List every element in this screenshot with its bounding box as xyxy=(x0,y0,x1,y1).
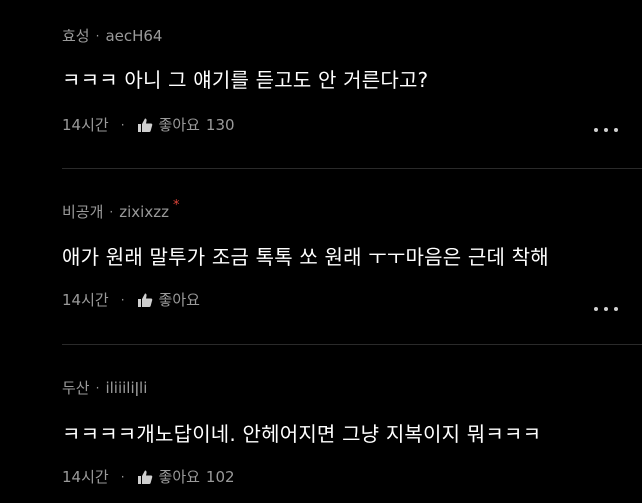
like-button[interactable]: 좋아요 102 xyxy=(137,466,235,487)
comment-footer: 14시간 · 좋아요 xyxy=(62,289,200,310)
more-options-icon xyxy=(594,128,598,132)
like-count: 102 xyxy=(205,467,235,486)
comment-user-id[interactable]: iliiiliǀli xyxy=(105,379,147,397)
separator-dot: · xyxy=(120,117,125,132)
comment-time: 14시간 xyxy=(62,291,109,309)
thumbs-up-icon xyxy=(137,470,152,484)
comment-author[interactable]: 비공개 xyxy=(62,201,103,222)
like-label: 좋아요 xyxy=(158,468,200,486)
separator-dot: · xyxy=(120,292,125,307)
separator-dot: · xyxy=(109,204,114,219)
thumbs-up-icon xyxy=(137,293,152,307)
comment-meta: 효성 · aecH64 xyxy=(62,25,162,46)
like-button[interactable]: 좋아요 130 xyxy=(137,114,235,135)
comment-time: 14시간 xyxy=(62,468,109,486)
separator-dot: · xyxy=(95,28,100,43)
more-options-button[interactable] xyxy=(594,122,618,138)
more-options-dot xyxy=(604,128,608,132)
like-label: 좋아요 xyxy=(158,291,200,309)
comment-user-id[interactable]: zixixzz xyxy=(119,203,169,221)
badge-asterisk: * xyxy=(172,198,180,213)
comment-user-id[interactable]: aecH64 xyxy=(105,27,162,45)
comment-time: 14시간 xyxy=(62,116,109,134)
comment-text: ㅋㅋㅋㅋ개노답이네. 안헤어지면 그냥 지복이지 뭐ㅋㅋㅋ xyxy=(62,422,542,446)
comment-meta: 비공개 · zixixzz * xyxy=(62,198,180,222)
comment-item: 두산 · iliiiliǀli ㅋㅋㅋㅋ개노답이네. 안헤어지면 그냥 지복이지… xyxy=(0,344,642,503)
comment-meta: 두산 · iliiiliǀli xyxy=(62,377,147,398)
separator-dot: · xyxy=(120,469,125,484)
comment-footer: 14시간 · 좋아요 130 xyxy=(62,114,235,135)
comment-text: 애가 원래 말투가 조금 톡톡 쏘 원래 ㅜㅜ마음은 근데 착해 xyxy=(62,245,549,269)
more-options-dot xyxy=(614,307,618,311)
comment-item: 효성 · aecH64 ㅋㅋㅋ 아니 그 얘기를 듣고도 안 거른다고? 14시… xyxy=(0,0,642,168)
comment-footer: 14시간 · 좋아요 102 xyxy=(62,466,235,487)
like-button[interactable]: 좋아요 xyxy=(137,289,200,310)
more-options-dot xyxy=(604,307,608,311)
more-options-dot xyxy=(614,128,618,132)
thumbs-up-icon xyxy=(137,118,152,132)
comment-text: ㅋㅋㅋ 아니 그 얘기를 듣고도 안 거른다고? xyxy=(62,68,429,92)
separator-dot: · xyxy=(95,380,100,395)
more-options-icon xyxy=(594,307,598,311)
comment-author[interactable]: 효성 xyxy=(62,25,90,46)
more-options-button[interactable] xyxy=(594,301,618,317)
like-count: 130 xyxy=(205,115,235,134)
like-label: 좋아요 xyxy=(158,116,200,134)
comment-item: 비공개 · zixixzz * 애가 원래 말투가 조금 톡톡 쏘 원래 ㅜㅜ마… xyxy=(0,168,642,344)
comment-author[interactable]: 두산 xyxy=(62,377,90,398)
